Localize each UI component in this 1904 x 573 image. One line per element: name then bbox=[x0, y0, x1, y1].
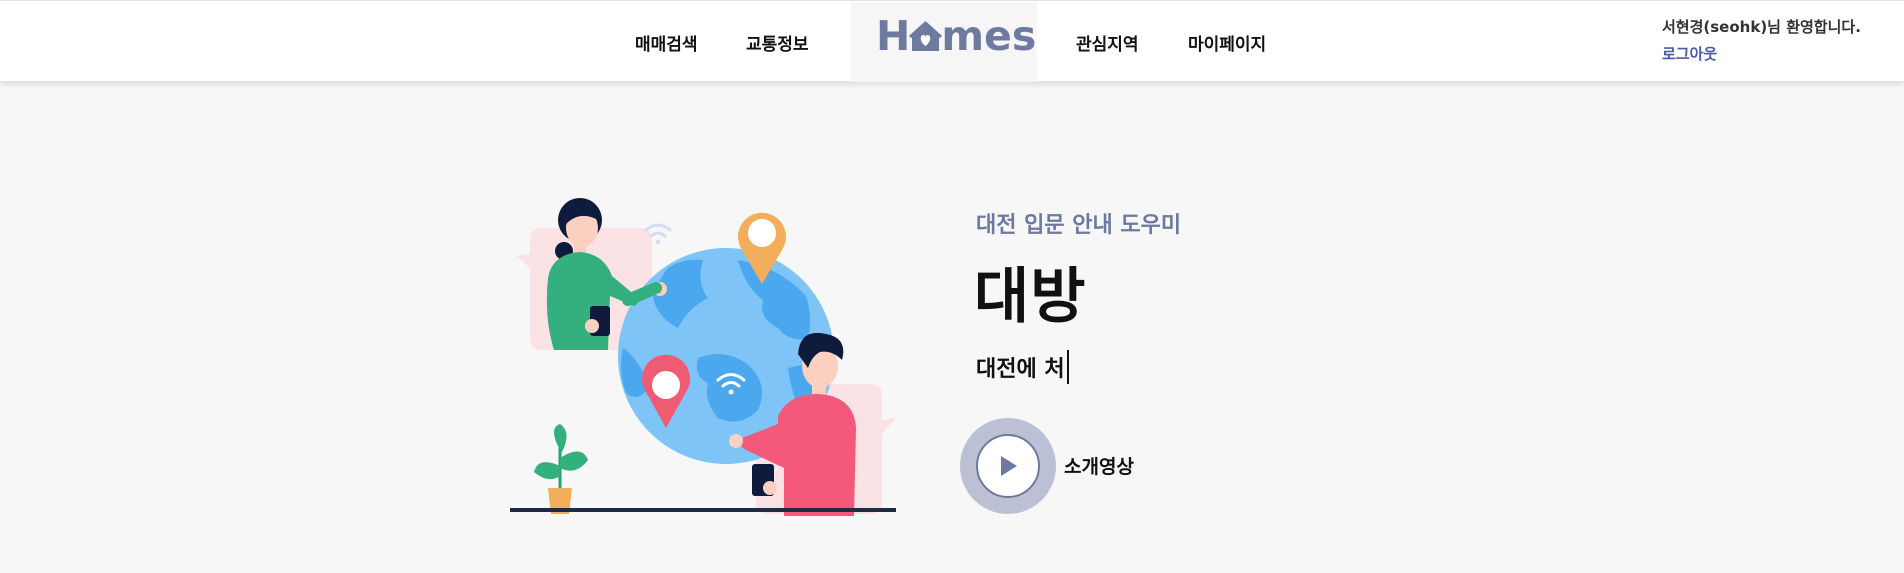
hero-illustration bbox=[510, 198, 896, 516]
user-area: 서현경(seohk)님 환영합니다. 로그아웃 bbox=[1662, 16, 1861, 64]
welcome-message: 서현경(seohk)님 환영합니다. bbox=[1662, 18, 1861, 36]
plant-pot bbox=[534, 424, 588, 514]
play-icon bbox=[1001, 456, 1017, 476]
typing-text: 대전에 처 bbox=[976, 357, 1065, 382]
logo-link[interactable]: H mes bbox=[851, 2, 1037, 82]
logo-text-end: mes bbox=[941, 12, 1037, 60]
video-play-button[interactable] bbox=[960, 418, 1056, 514]
hero-title: 대방 bbox=[974, 262, 1087, 332]
house-icon bbox=[909, 21, 943, 51]
top-navigation-bar: 매매검색 교통정보 H mes 관심지역 마이페이지 서현경(seohk)님 환… bbox=[0, 0, 1904, 82]
nav-traffic-info[interactable]: 교통정보 bbox=[746, 30, 809, 55]
homes-logo: H mes bbox=[876, 12, 1036, 60]
nav-mypage[interactable]: 마이페이지 bbox=[1188, 30, 1266, 55]
hero-subtitle: 대전 입문 안내 도우미 bbox=[976, 213, 1182, 238]
play-button-inner bbox=[976, 434, 1040, 498]
logout-link[interactable]: 로그아웃 bbox=[1662, 43, 1861, 64]
nav-sale-search[interactable]: 매매검색 bbox=[635, 30, 698, 55]
typing-caret bbox=[1066, 350, 1069, 384]
ground-line bbox=[510, 508, 896, 512]
nav-interest-area[interactable]: 관심지역 bbox=[1076, 30, 1139, 55]
logo-text-start: H bbox=[876, 12, 911, 60]
video-label[interactable]: 소개영상 bbox=[1064, 452, 1134, 479]
typing-text-area: 대전에 처 bbox=[976, 350, 1069, 384]
